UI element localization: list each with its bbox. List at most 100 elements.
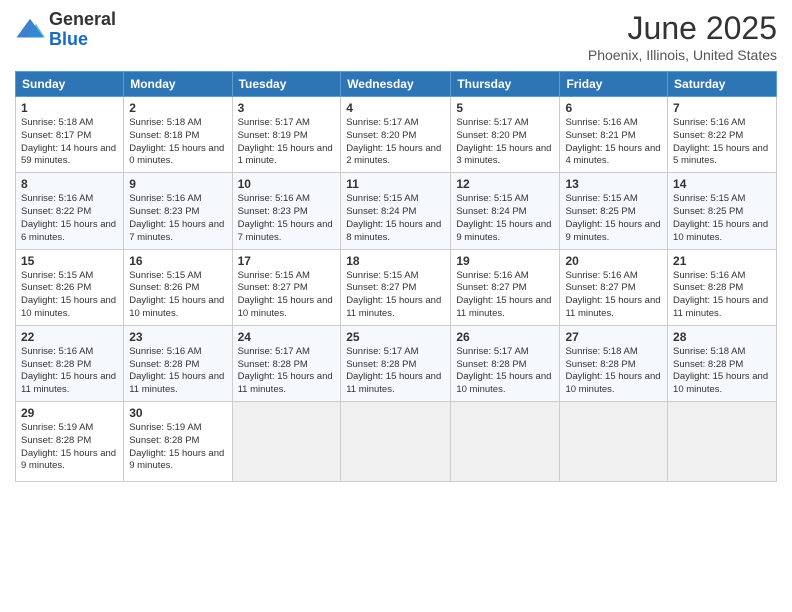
day-info: Sunrise: 5:16 AMSunset: 8:27 PMDaylight:… [565, 270, 662, 321]
calendar-header-saturday: Saturday [668, 72, 777, 97]
calendar-cell: 23 Sunrise: 5:16 AMSunset: 8:28 PMDayligh… [124, 325, 232, 401]
calendar-cell: 12 Sunrise: 5:15 AMSunset: 8:24 PMDayligh… [451, 173, 560, 249]
day-info: Sunrise: 5:17 AMSunset: 8:28 PMDaylight:… [238, 346, 336, 397]
day-number: 8 [21, 177, 118, 191]
logo-blue-text: Blue [49, 30, 116, 50]
day-number: 3 [238, 101, 336, 115]
day-info: Sunrise: 5:18 AMSunset: 8:18 PMDaylight:… [129, 117, 226, 168]
day-info: Sunrise: 5:16 AMSunset: 8:22 PMDaylight:… [673, 117, 771, 168]
day-number: 4 [346, 101, 445, 115]
day-number: 1 [21, 101, 118, 115]
calendar-week-1: 1 Sunrise: 5:18 AMSunset: 8:17 PMDaylight… [16, 97, 777, 173]
day-info: Sunrise: 5:18 AMSunset: 8:17 PMDaylight:… [21, 117, 118, 168]
calendar-cell: 1 Sunrise: 5:18 AMSunset: 8:17 PMDaylight… [16, 97, 124, 173]
calendar-cell [451, 402, 560, 482]
calendar-cell: 24 Sunrise: 5:17 AMSunset: 8:28 PMDayligh… [232, 325, 341, 401]
day-number: 19 [456, 254, 554, 268]
day-number: 23 [129, 330, 226, 344]
page: General Blue June 2025 Phoenix, Illinois… [0, 0, 792, 612]
day-number: 14 [673, 177, 771, 191]
day-info: Sunrise: 5:16 AMSunset: 8:28 PMDaylight:… [129, 346, 226, 397]
calendar-cell: 20 Sunrise: 5:16 AMSunset: 8:27 PMDayligh… [560, 249, 668, 325]
calendar-cell: 5 Sunrise: 5:17 AMSunset: 8:20 PMDaylight… [451, 97, 560, 173]
day-number: 12 [456, 177, 554, 191]
day-info: Sunrise: 5:16 AMSunset: 8:21 PMDaylight:… [565, 117, 662, 168]
calendar-cell: 9 Sunrise: 5:16 AMSunset: 8:23 PMDaylight… [124, 173, 232, 249]
day-info: Sunrise: 5:18 AMSunset: 8:28 PMDaylight:… [565, 346, 662, 397]
day-number: 29 [21, 406, 118, 420]
title-block: June 2025 Phoenix, Illinois, United Stat… [588, 10, 777, 63]
calendar-header-sunday: Sunday [16, 72, 124, 97]
calendar-cell: 18 Sunrise: 5:15 AMSunset: 8:27 PMDayligh… [341, 249, 451, 325]
day-info: Sunrise: 5:16 AMSunset: 8:27 PMDaylight:… [456, 270, 554, 321]
calendar-cell: 22Sunrise: 5:16 AMSunset: 8:28 PMDayligh… [16, 325, 124, 401]
day-info: Sunrise: 5:15 AMSunset: 8:24 PMDaylight:… [346, 193, 445, 244]
calendar-cell: 10 Sunrise: 5:16 AMSunset: 8:23 PMDayligh… [232, 173, 341, 249]
day-number: 26 [456, 330, 554, 344]
calendar-cell: 11Sunrise: 5:15 AMSunset: 8:24 PMDayligh… [341, 173, 451, 249]
main-title: June 2025 [588, 10, 777, 47]
day-number: 16 [129, 254, 226, 268]
day-info: Sunrise: 5:15 AMSunset: 8:27 PMDaylight:… [346, 270, 445, 321]
day-info: Sunrise: 5:17 AMSunset: 8:20 PMDaylight:… [346, 117, 445, 168]
day-info: Sunrise: 5:16 AMSunset: 8:22 PMDaylight:… [21, 193, 118, 244]
calendar-cell: 19 Sunrise: 5:16 AMSunset: 8:27 PMDayligh… [451, 249, 560, 325]
calendar-cell: 26 Sunrise: 5:17 AMSunset: 8:28 PMDayligh… [451, 325, 560, 401]
calendar-header-monday: Monday [124, 72, 232, 97]
calendar-cell: 16Sunrise: 5:15 AMSunset: 8:26 PMDayligh… [124, 249, 232, 325]
day-info: Sunrise: 5:15 AMSunset: 8:25 PMDaylight:… [673, 193, 771, 244]
day-info: Sunrise: 5:19 AMSunset: 8:28 PMDaylight:… [129, 422, 226, 473]
day-number: 2 [129, 101, 226, 115]
day-info: Sunrise: 5:17 AMSunset: 8:28 PMDaylight:… [346, 346, 445, 397]
day-info: Sunrise: 5:16 AMSunset: 8:23 PMDaylight:… [238, 193, 336, 244]
day-number: 7 [673, 101, 771, 115]
calendar-cell: 28Sunrise: 5:18 AMSunset: 8:28 PMDayligh… [668, 325, 777, 401]
day-number: 28 [673, 330, 771, 344]
calendar-table: SundayMondayTuesdayWednesdayThursdayFrid… [15, 71, 777, 482]
logo: General Blue [15, 10, 116, 50]
calendar-week-3: 15 Sunrise: 5:15 AMSunset: 8:26 PMDayligh… [16, 249, 777, 325]
day-info: Sunrise: 5:17 AMSunset: 8:20 PMDaylight:… [456, 117, 554, 168]
day-info: Sunrise: 5:15 AMSunset: 8:26 PMDaylight:… [21, 270, 118, 321]
day-info: Sunrise: 5:19 AMSunset: 8:28 PMDaylight:… [21, 422, 118, 473]
day-number: 6 [565, 101, 662, 115]
calendar-cell [560, 402, 668, 482]
calendar-cell [668, 402, 777, 482]
logo-text: General Blue [49, 10, 116, 50]
calendar-cell [232, 402, 341, 482]
calendar-cell: 13Sunrise: 5:15 AMSunset: 8:25 PMDayligh… [560, 173, 668, 249]
day-number: 18 [346, 254, 445, 268]
day-number: 20 [565, 254, 662, 268]
calendar-header-friday: Friday [560, 72, 668, 97]
calendar-cell: 2 Sunrise: 5:18 AMSunset: 8:18 PMDaylight… [124, 97, 232, 173]
day-number: 21 [673, 254, 771, 268]
day-number: 5 [456, 101, 554, 115]
day-number: 30 [129, 406, 226, 420]
day-number: 17 [238, 254, 336, 268]
logo-general-text: General [49, 10, 116, 30]
day-info: Sunrise: 5:17 AMSunset: 8:28 PMDaylight:… [456, 346, 554, 397]
day-number: 9 [129, 177, 226, 191]
day-info: Sunrise: 5:15 AMSunset: 8:24 PMDaylight:… [456, 193, 554, 244]
day-number: 22 [21, 330, 118, 344]
calendar-week-4: 22 Sunrise: 5:16 AMSunset: 8:28 PMDayligh… [16, 325, 777, 401]
day-info: Sunrise: 5:16 AMSunset: 8:23 PMDaylight:… [129, 193, 226, 244]
day-number: 10 [238, 177, 336, 191]
calendar-cell: 7 Sunrise: 5:16 AMSunset: 8:22 PMDaylight… [668, 97, 777, 173]
calendar-week-2: 8 Sunrise: 5:16 AMSunset: 8:22 PMDaylight… [16, 173, 777, 249]
day-info: Sunrise: 5:16 AMSunset: 8:28 PMDaylight:… [673, 270, 771, 321]
calendar-header-row: SundayMondayTuesdayWednesdayThursdayFrid… [16, 72, 777, 97]
subtitle: Phoenix, Illinois, United States [588, 47, 777, 63]
day-number: 27 [565, 330, 662, 344]
day-number: 25 [346, 330, 445, 344]
calendar-cell: 21 Sunrise: 5:16 AMSunset: 8:28 PMDayligh… [668, 249, 777, 325]
day-info: Sunrise: 5:15 AMSunset: 8:27 PMDaylight:… [238, 270, 336, 321]
calendar-cell: 14 Sunrise: 5:15 AMSunset: 8:25 PMDayligh… [668, 173, 777, 249]
calendar-cell: 30 Sunrise: 5:19 AMSunset: 8:28 PMDayligh… [124, 402, 232, 482]
day-number: 15 [21, 254, 118, 268]
day-number: 24 [238, 330, 336, 344]
calendar-cell: 3Sunrise: 5:17 AMSunset: 8:19 PMDaylight… [232, 97, 341, 173]
day-number: 13 [565, 177, 662, 191]
calendar-header-tuesday: Tuesday [232, 72, 341, 97]
calendar-cell: 27 Sunrise: 5:18 AMSunset: 8:28 PMDayligh… [560, 325, 668, 401]
